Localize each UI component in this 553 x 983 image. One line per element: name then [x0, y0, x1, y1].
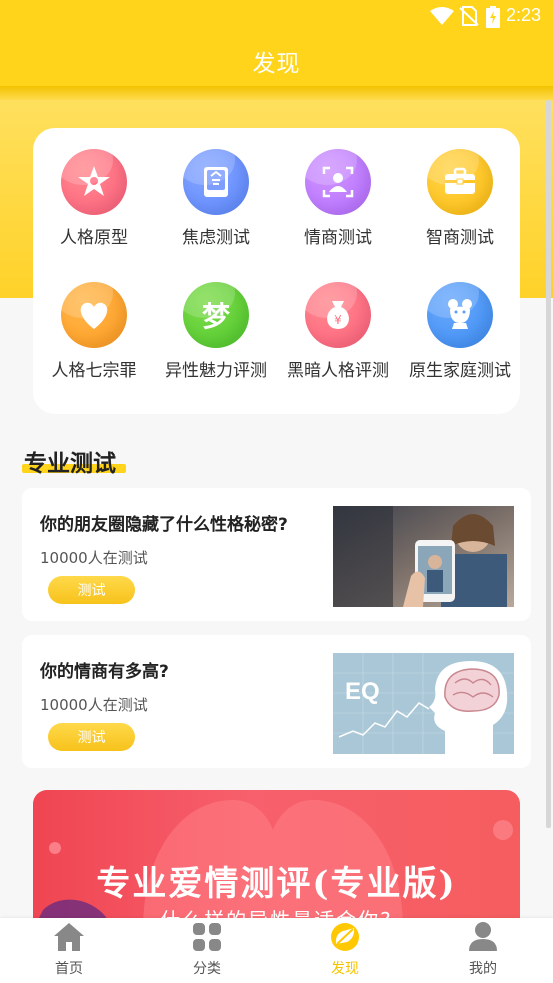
nav-profile[interactable]: 我的 — [443, 922, 523, 978]
nav-home[interactable]: 首页 — [29, 922, 109, 978]
category-label: 原生家庭测试 — [409, 361, 511, 381]
category-charm-test[interactable]: 梦 异性魅力评测 — [155, 282, 277, 381]
test-card[interactable]: 你的情商有多高? 10000人在测试 测试 EQ — [22, 635, 531, 768]
face-frame-icon — [322, 166, 354, 198]
battery-icon — [486, 6, 500, 28]
category-label: 异性魅力评测 — [165, 361, 267, 381]
svg-text:¥: ¥ — [334, 313, 342, 327]
category-label: 人格原型 — [60, 228, 128, 248]
category-label: 智商测试 — [426, 228, 494, 248]
category-label: 黑暗人格评测 — [287, 361, 389, 381]
category-personality-archetype[interactable]: 人格原型 — [33, 149, 155, 248]
nav-label: 首页 — [55, 961, 83, 977]
category-label: 人格七宗罪 — [51, 361, 137, 381]
category-iq-test[interactable]: 智商测试 — [399, 149, 521, 248]
test-title: 你的情商有多高? — [40, 662, 169, 682]
page-title: 发现 — [252, 51, 301, 77]
category-icon-circle: ¥ — [305, 282, 371, 348]
bottom-navigation: 首页 分类 发现 我的 — [0, 918, 553, 983]
briefcase-icon — [445, 167, 475, 194]
money-bag-icon: ¥ — [327, 301, 349, 329]
scrollbar[interactable] — [546, 100, 551, 828]
test-participant-count: 10000人在测试 — [40, 549, 148, 567]
nav-category[interactable]: 分类 — [167, 922, 247, 978]
category-grid: 人格原型 焦虑测试 情商测试 智商测试 人格七宗罪 梦 异性魅力评测 ¥ 黑暗人… — [33, 128, 520, 414]
clock: 2:23 — [505, 5, 541, 25]
category-label: 焦虑测试 — [182, 228, 250, 248]
category-seven-sins[interactable]: 人格七宗罪 — [33, 282, 155, 381]
svg-text:EQ: EQ — [345, 678, 380, 705]
category-icon-circle — [427, 149, 493, 215]
phone-photo-image — [333, 506, 514, 607]
category-anxiety-test[interactable]: 焦虑测试 — [155, 149, 277, 248]
eq-brain-image: EQ — [333, 653, 514, 754]
wifi-icon — [430, 7, 454, 25]
nav-label: 分类 — [193, 961, 221, 977]
nav-label: 我的 — [469, 961, 497, 977]
no-sim-icon — [459, 6, 479, 26]
test-card[interactable]: 你的朋友圈隐藏了什么性格秘密? 10000人在测试 测试 — [22, 488, 531, 621]
category-icon-circle — [427, 282, 493, 348]
test-title: 你的朋友圈隐藏了什么性格秘密? — [40, 515, 288, 535]
category-label: 情商测试 — [304, 228, 372, 248]
category-dark-personality[interactable]: ¥ 黑暗人格评测 — [277, 282, 399, 381]
dream-glyph-icon: 梦 — [202, 300, 231, 333]
heart-icon — [80, 302, 108, 329]
nav-discover[interactable]: 发现 — [305, 922, 385, 978]
status-bar: 2:23 — [0, 0, 553, 32]
category-icon-circle — [61, 282, 127, 348]
category-eq-test[interactable]: 情商测试 — [277, 149, 399, 248]
category-icon-circle — [61, 149, 127, 215]
banner-title: 专业爱情测评(专业版) — [96, 864, 457, 904]
star-person-icon — [78, 166, 110, 196]
section-title: 专业测试 — [24, 451, 116, 477]
start-test-button[interactable]: 测试 — [48, 723, 135, 751]
start-test-button[interactable]: 测试 — [48, 576, 135, 604]
category-icon-circle: 梦 — [183, 282, 249, 348]
category-icon-circle — [305, 149, 371, 215]
user-icon — [469, 922, 497, 951]
mouse-icon — [448, 299, 472, 329]
header-divider — [0, 86, 553, 100]
home-icon — [54, 923, 84, 951]
test-participant-count: 10000人在测试 — [40, 696, 148, 714]
category-icon-circle — [183, 149, 249, 215]
svg-text:梦: 梦 — [202, 300, 231, 333]
category-family-test[interactable]: 原生家庭测试 — [399, 282, 521, 381]
discover-icon — [331, 923, 359, 951]
book-icon — [204, 167, 228, 197]
grid-icon — [193, 923, 221, 951]
nav-label: 发现 — [331, 961, 359, 977]
